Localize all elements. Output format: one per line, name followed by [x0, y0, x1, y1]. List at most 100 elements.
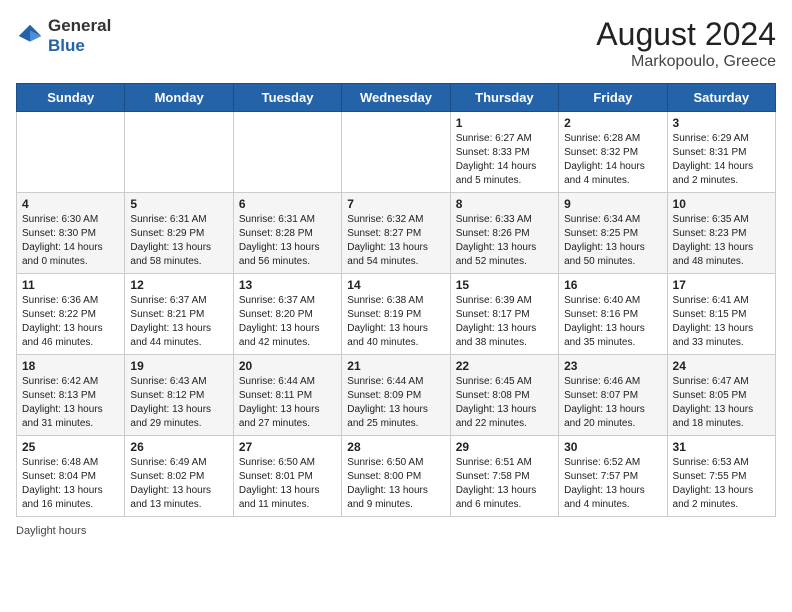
- day-number: 28: [347, 440, 444, 454]
- calendar-cell: 26Sunrise: 6:49 AM Sunset: 8:02 PM Dayli…: [125, 436, 233, 517]
- day-info: Sunrise: 6:51 AM Sunset: 7:58 PM Dayligh…: [456, 456, 553, 512]
- calendar-cell: 21Sunrise: 6:44 AM Sunset: 8:09 PM Dayli…: [342, 355, 450, 436]
- day-number: 27: [239, 440, 336, 454]
- calendar-cell: 5Sunrise: 6:31 AM Sunset: 8:29 PM Daylig…: [125, 193, 233, 274]
- calendar-cell: 30Sunrise: 6:52 AM Sunset: 7:57 PM Dayli…: [559, 436, 667, 517]
- day-info: Sunrise: 6:44 AM Sunset: 8:11 PM Dayligh…: [239, 375, 336, 431]
- day-number: 8: [456, 197, 553, 211]
- day-number: 13: [239, 278, 336, 292]
- page-header: General Blue August 2024 Markopoulo, Gre…: [16, 16, 776, 71]
- day-info: Sunrise: 6:30 AM Sunset: 8:30 PM Dayligh…: [22, 213, 119, 269]
- calendar-cell: 12 Sunrise: 6:37 AM Sunset: 8:21 PM Dayli…: [125, 274, 233, 355]
- day-number: 7: [347, 197, 444, 211]
- day-info: Sunrise: 6:38 AM Sunset: 8:19 PM Dayligh…: [347, 294, 444, 350]
- day-info: Sunrise: 6:50 AM Sunset: 8:00 PM Dayligh…: [347, 456, 444, 512]
- day-info: Sunrise: 6:48 AM Sunset: 8:04 PM Dayligh…: [22, 456, 119, 512]
- calendar-cell: 14 Sunrise: 6:38 AM Sunset: 8:19 PM Dayli…: [342, 274, 450, 355]
- calendar-cell: 20Sunrise: 6:44 AM Sunset: 8:11 PM Dayli…: [233, 355, 341, 436]
- day-info: Sunrise: 6:31 AM Sunset: 8:28 PM Dayligh…: [239, 213, 336, 269]
- day-info: Sunrise: 6:33 AM Sunset: 8:26 PM Dayligh…: [456, 213, 553, 269]
- day-info: Sunrise: 6:35 AM Sunset: 8:23 PM Dayligh…: [673, 213, 770, 269]
- logo-general-text: General: [48, 16, 111, 36]
- calendar-cell: 8 Sunrise: 6:33 AM Sunset: 8:26 PM Daylig…: [450, 193, 558, 274]
- calendar-cell: 10 Sunrise: 6:35 AM Sunset: 8:23 PM Dayli…: [667, 193, 775, 274]
- day-number: 15: [456, 278, 553, 292]
- dow-header: Saturday: [667, 84, 775, 112]
- calendar-cell: [342, 112, 450, 193]
- day-info: Sunrise: 6:42 AM Sunset: 8:13 PM Dayligh…: [22, 375, 119, 431]
- day-number: 18: [22, 359, 119, 373]
- calendar-cell: 19Sunrise: 6:43 AM Sunset: 8:12 PM Dayli…: [125, 355, 233, 436]
- calendar-week-row: 25Sunrise: 6:48 AM Sunset: 8:04 PM Dayli…: [17, 436, 776, 517]
- day-number: 22: [456, 359, 553, 373]
- day-info: Sunrise: 6:34 AM Sunset: 8:25 PM Dayligh…: [564, 213, 661, 269]
- day-info: Sunrise: 6:45 AM Sunset: 8:08 PM Dayligh…: [456, 375, 553, 431]
- day-number: 31: [673, 440, 770, 454]
- day-info: Sunrise: 6:27 AM Sunset: 8:33 PM Dayligh…: [456, 132, 553, 188]
- day-info: Sunrise: 6:39 AM Sunset: 8:17 PM Dayligh…: [456, 294, 553, 350]
- day-number: 16: [564, 278, 661, 292]
- day-number: 5: [130, 197, 227, 211]
- day-number: 6: [239, 197, 336, 211]
- calendar-cell: 29Sunrise: 6:51 AM Sunset: 7:58 PM Dayli…: [450, 436, 558, 517]
- day-number: 24: [673, 359, 770, 373]
- calendar-week-row: 4 Sunrise: 6:30 AM Sunset: 8:30 PM Daylig…: [17, 193, 776, 274]
- calendar-cell: 17 Sunrise: 6:41 AM Sunset: 8:15 PM Dayli…: [667, 274, 775, 355]
- calendar-cell: 16 Sunrise: 6:40 AM Sunset: 8:16 PM Dayli…: [559, 274, 667, 355]
- calendar-week-row: 18 Sunrise: 6:42 AM Sunset: 8:13 PM Dayli…: [17, 355, 776, 436]
- calendar-cell: [125, 112, 233, 193]
- footer: Daylight hours: [16, 525, 776, 537]
- day-number: 4: [22, 197, 119, 211]
- day-number: 12: [130, 278, 227, 292]
- calendar-cell: 9 Sunrise: 6:34 AM Sunset: 8:25 PM Daylig…: [559, 193, 667, 274]
- day-info: Sunrise: 6:49 AM Sunset: 8:02 PM Dayligh…: [130, 456, 227, 512]
- calendar-cell: 31 Sunrise: 6:53 AM Sunset: 7:55 PM Dayli…: [667, 436, 775, 517]
- calendar-cell: 23 Sunrise: 6:46 AM Sunset: 8:07 PM Dayli…: [559, 355, 667, 436]
- calendar-cell: 28 Sunrise: 6:50 AM Sunset: 8:00 PM Dayli…: [342, 436, 450, 517]
- dow-header: Tuesday: [233, 84, 341, 112]
- day-info: Sunrise: 6:46 AM Sunset: 8:07 PM Dayligh…: [564, 375, 661, 431]
- calendar-cell: 11Sunrise: 6:36 AM Sunset: 8:22 PM Dayli…: [17, 274, 125, 355]
- calendar-cell: 3 Sunrise: 6:29 AM Sunset: 8:31 PM Daylig…: [667, 112, 775, 193]
- day-number: 23: [564, 359, 661, 373]
- day-info: Sunrise: 6:40 AM Sunset: 8:16 PM Dayligh…: [564, 294, 661, 350]
- day-info: Sunrise: 6:36 AM Sunset: 8:22 PM Dayligh…: [22, 294, 119, 350]
- day-info: Sunrise: 6:53 AM Sunset: 7:55 PM Dayligh…: [673, 456, 770, 512]
- logo: General Blue: [16, 16, 111, 55]
- day-info: Sunrise: 6:43 AM Sunset: 8:12 PM Dayligh…: [130, 375, 227, 431]
- calendar-cell: 13Sunrise: 6:37 AM Sunset: 8:20 PM Dayli…: [233, 274, 341, 355]
- location-subtitle: Markopoulo, Greece: [596, 53, 776, 71]
- day-info: Sunrise: 6:32 AM Sunset: 8:27 PM Dayligh…: [347, 213, 444, 269]
- day-info: Sunrise: 6:28 AM Sunset: 8:32 PM Dayligh…: [564, 132, 661, 188]
- day-info: Sunrise: 6:44 AM Sunset: 8:09 PM Dayligh…: [347, 375, 444, 431]
- day-info: Sunrise: 6:29 AM Sunset: 8:31 PM Dayligh…: [673, 132, 770, 188]
- dow-header: Wednesday: [342, 84, 450, 112]
- logo-icon: [16, 22, 44, 50]
- dow-header: Friday: [559, 84, 667, 112]
- month-year-title: August 2024: [596, 16, 776, 53]
- calendar-cell: 27Sunrise: 6:50 AM Sunset: 8:01 PM Dayli…: [233, 436, 341, 517]
- calendar-cell: 15 Sunrise: 6:39 AM Sunset: 8:17 PM Dayli…: [450, 274, 558, 355]
- dow-header: Sunday: [17, 84, 125, 112]
- day-info: Sunrise: 6:41 AM Sunset: 8:15 PM Dayligh…: [673, 294, 770, 350]
- day-info: Sunrise: 6:37 AM Sunset: 8:21 PM Dayligh…: [130, 294, 227, 350]
- day-number: 14: [347, 278, 444, 292]
- calendar-cell: [17, 112, 125, 193]
- day-number: 17: [673, 278, 770, 292]
- dow-header: Thursday: [450, 84, 558, 112]
- calendar-cell: 6 Sunrise: 6:31 AM Sunset: 8:28 PM Daylig…: [233, 193, 341, 274]
- calendar-cell: [233, 112, 341, 193]
- calendar-cell: 4 Sunrise: 6:30 AM Sunset: 8:30 PM Daylig…: [17, 193, 125, 274]
- day-number: 10: [673, 197, 770, 211]
- calendar-cell: 25Sunrise: 6:48 AM Sunset: 8:04 PM Dayli…: [17, 436, 125, 517]
- day-info: Sunrise: 6:52 AM Sunset: 7:57 PM Dayligh…: [564, 456, 661, 512]
- dow-header: Monday: [125, 84, 233, 112]
- calendar-body: 1Sunrise: 6:27 AM Sunset: 8:33 PM Daylig…: [17, 112, 776, 517]
- day-number: 2: [564, 116, 661, 130]
- calendar-table: SundayMondayTuesdayWednesdayThursdayFrid…: [16, 83, 776, 517]
- calendar-cell: 22 Sunrise: 6:45 AM Sunset: 8:08 PM Dayli…: [450, 355, 558, 436]
- days-of-week-row: SundayMondayTuesdayWednesdayThursdayFrid…: [17, 84, 776, 112]
- day-number: 3: [673, 116, 770, 130]
- calendar-cell: 7 Sunrise: 6:32 AM Sunset: 8:27 PM Daylig…: [342, 193, 450, 274]
- day-number: 9: [564, 197, 661, 211]
